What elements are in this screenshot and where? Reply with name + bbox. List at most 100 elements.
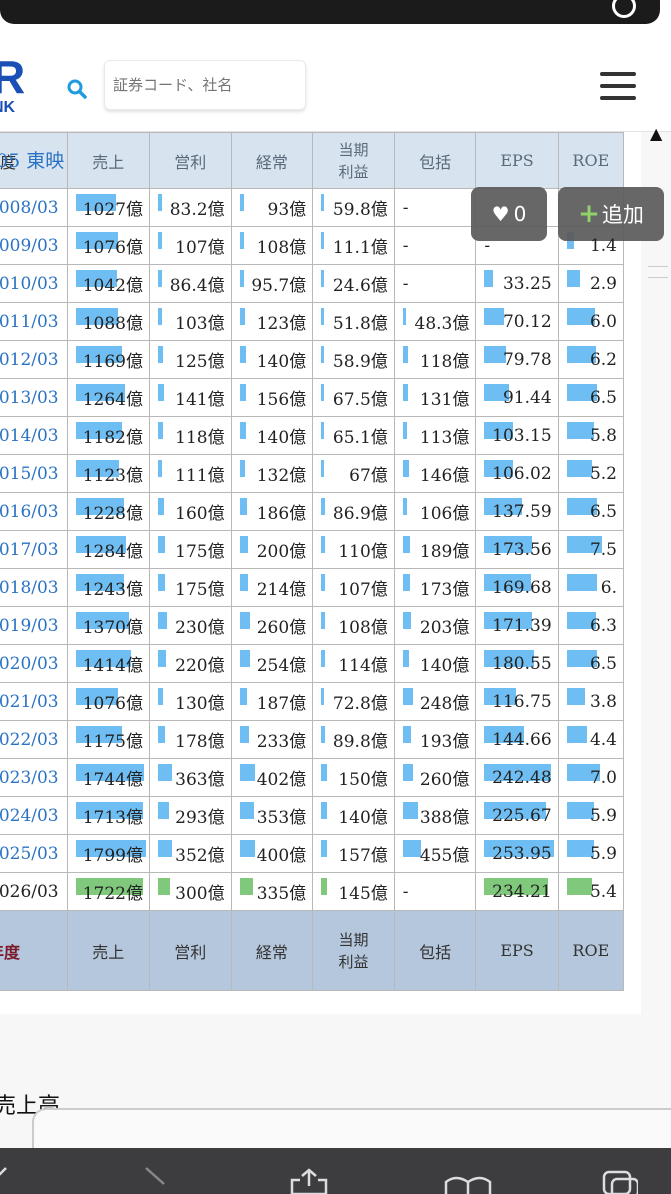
cell-net: 140億: [312, 796, 395, 835]
cell-year[interactable]: 2014/03: [0, 416, 68, 455]
cell-sales: 1076億: [66, 226, 151, 265]
back-icon[interactable]: [0, 1166, 8, 1186]
cell-year[interactable]: 2020/03: [0, 644, 68, 683]
cell-net: 108億: [312, 606, 395, 645]
cell-value: 132億: [256, 466, 307, 486]
favorite-button[interactable]: ♥ 0: [471, 187, 547, 241]
bookmarks-icon[interactable]: [444, 1174, 492, 1194]
cell-value: 400億: [256, 846, 307, 866]
value-bar: [402, 802, 418, 819]
cell-value: 103.15: [492, 425, 552, 446]
plus-icon: +: [578, 199, 600, 229]
cell-value: 91.44: [502, 387, 552, 408]
value-bar: [239, 346, 246, 363]
search-input[interactable]: [104, 60, 306, 110]
site-logo[interactable]: R NK: [0, 54, 32, 124]
cell-sales: 1182億: [66, 416, 151, 455]
tabs-icon[interactable]: [602, 1170, 638, 1194]
header-comprehensive[interactable]: 包括: [393, 132, 477, 189]
add-button[interactable]: + 追加: [558, 187, 664, 241]
header-roe[interactable]: ROE: [557, 132, 625, 189]
favorite-count: 0: [513, 202, 527, 226]
cell-year[interactable]: 2021/03: [0, 682, 68, 721]
value-bar: [402, 688, 413, 705]
cell-year[interactable]: 2011/03: [0, 302, 68, 341]
cell-op: 141億: [149, 378, 232, 417]
cell-value: 5.4: [589, 881, 617, 902]
cell-year[interactable]: 2016/03: [0, 492, 68, 531]
cell-year[interactable]: 2015/03: [0, 454, 68, 493]
value-bar: [158, 688, 163, 705]
cell-value: 51.8億: [332, 314, 388, 334]
cell-year[interactable]: 2012/03: [0, 340, 68, 379]
hamburger-menu-icon[interactable]: [600, 72, 636, 104]
value-bar: [158, 232, 162, 249]
table-row: 2021/03 1076億 130億 187億 72.8億 248億 116.75 3.8: [0, 682, 625, 721]
header-net-line2: 利益: [338, 162, 369, 181]
value-bar: [321, 232, 325, 249]
cell-year[interactable]: 2024/03: [0, 796, 68, 835]
cell-eps: 137.59: [475, 492, 559, 531]
cell-value: 171.39: [492, 615, 552, 636]
cell-year[interactable]: 2018/03: [0, 568, 68, 607]
cell-year[interactable]: 2025/03: [0, 834, 68, 873]
cell-year[interactable]: 2008/03: [0, 188, 68, 227]
cell-sales: 1799億: [66, 834, 151, 873]
share-icon[interactable]: [290, 1168, 328, 1194]
cell-year[interactable]: 2009/03: [0, 226, 68, 265]
cell-value: 67億: [349, 466, 388, 486]
company-title[interactable]: 05 東映: [0, 146, 64, 173]
header-net-income[interactable]: 当期 利益: [312, 132, 395, 189]
cell-value: 7.0: [589, 767, 617, 788]
footer-net-line2: 利益: [338, 952, 369, 971]
header-ordinary[interactable]: 経常: [230, 132, 314, 189]
cell-year: 2026/03: [0, 872, 68, 911]
cell-value: 70.12: [502, 311, 552, 332]
cell-year[interactable]: 2010/03: [0, 264, 68, 303]
cell-value: 6.2: [589, 349, 617, 370]
cell-comp: 203億: [393, 606, 477, 645]
cell-ord: 200億: [230, 530, 314, 569]
scroll-up-arrow-icon[interactable]: ▲: [650, 124, 662, 143]
forward-icon[interactable]: [144, 1166, 168, 1186]
cell-year[interactable]: 2017/03: [0, 530, 68, 569]
cell-eps: 234.21: [475, 872, 559, 911]
bottom-sheet[interactable]: [32, 1108, 671, 1148]
cell-comp: 48.3億: [393, 302, 477, 341]
cell-net: 67.5億: [312, 378, 395, 417]
footer-sales: 売上: [66, 910, 151, 991]
financial-table-container[interactable]: 05 東映 年度 売上 営利 経常 当期 利益 包括 EPS ROE 2008/…: [0, 132, 641, 1014]
cell-year[interactable]: 2023/03: [0, 758, 68, 797]
cell-year[interactable]: 2019/03: [0, 606, 68, 645]
cell-comp: 260億: [393, 758, 477, 797]
cell-eps: 171.39: [475, 606, 559, 645]
table-row: 2011/03 1088億 103億 123億 51.8億 48.3億 70.12 6.0: [0, 302, 625, 341]
value-bar: [239, 840, 255, 857]
value-bar: [402, 840, 421, 857]
footer-ordinary: 経常: [230, 910, 314, 991]
cell-ord: 233億: [230, 720, 314, 759]
cell-roe: 6.2: [557, 340, 625, 379]
header-sales[interactable]: 売上: [66, 132, 151, 189]
header-op[interactable]: 営利: [149, 132, 232, 189]
table-row: 2012/03 1169億 125億 140億 58.9億 118億 79.78 6.2: [0, 340, 625, 379]
cell-value: 6.: [600, 577, 617, 598]
cell-ord: 402億: [230, 758, 314, 797]
cell-year[interactable]: 2013/03: [0, 378, 68, 417]
cell-roe: 5.2: [557, 454, 625, 493]
edge-handle[interactable]: [648, 266, 668, 278]
value-bar: [239, 460, 245, 477]
header-eps[interactable]: EPS: [475, 132, 559, 189]
value-bar: [321, 460, 325, 477]
table-row: 2016/03 1228億 160億 186億 86.9億 106億 137.59 6.5: [0, 492, 625, 531]
cell-value: 186億: [256, 504, 307, 524]
search-icon[interactable]: [66, 78, 88, 100]
value-bar: [402, 384, 408, 401]
cell-value: 293億: [175, 808, 225, 828]
cell-sales: 1243億: [66, 568, 151, 607]
cell-year[interactable]: 2022/03: [0, 720, 68, 759]
cell-net: 114億: [312, 644, 395, 683]
value-bar: [402, 346, 408, 363]
cell-ord: 123億: [230, 302, 314, 341]
cell-value: 65.1億: [332, 428, 388, 448]
